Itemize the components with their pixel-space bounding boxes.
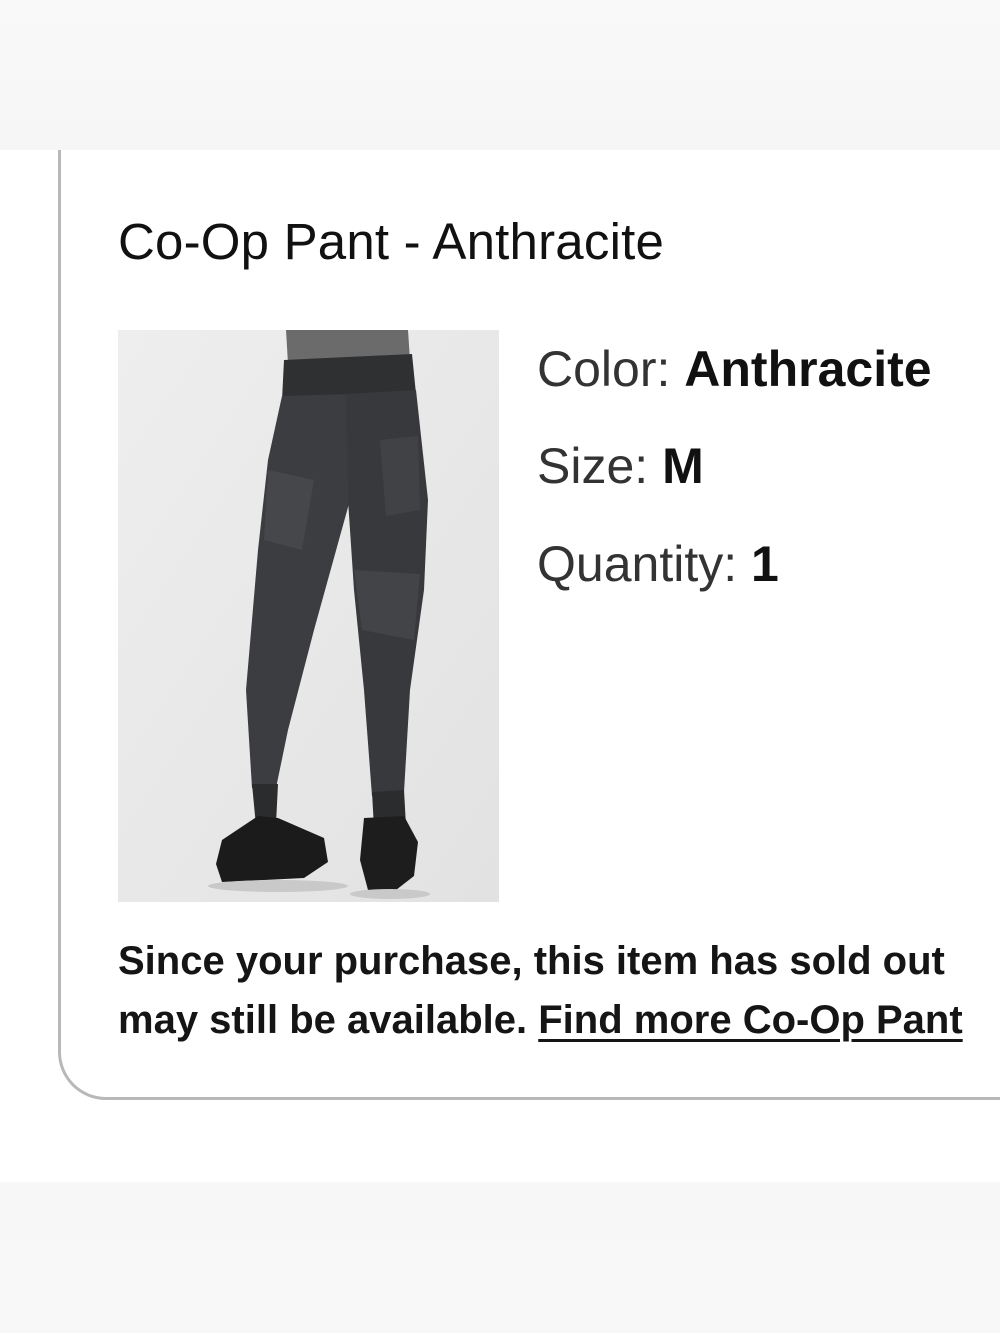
bottom-background-band	[0, 1182, 1000, 1333]
quantity-attribute: Quantity: 1	[537, 535, 779, 593]
quantity-value: 1	[751, 536, 779, 592]
notice-line-2: may still be available. Find more Co-Op …	[118, 991, 1000, 1050]
size-attribute: Size: M	[537, 437, 704, 495]
product-image[interactable]	[118, 330, 499, 902]
color-value: Anthracite	[684, 341, 932, 397]
find-more-link[interactable]: Find more Co-Op Pant	[538, 998, 962, 1042]
color-label: Color:	[537, 341, 671, 397]
quantity-label: Quantity:	[537, 536, 738, 592]
page: Co-Op Pant - Anthracite Color: Anthracit…	[0, 0, 1000, 1333]
sold-out-notice: Since your purchase, this item has sold …	[118, 932, 1000, 1050]
color-attribute: Color: Anthracite	[537, 340, 932, 398]
top-background-band	[0, 0, 1000, 150]
notice-line-1: Since your purchase, this item has sold …	[118, 939, 945, 983]
notice-line-2-text: may still be available.	[118, 998, 528, 1042]
pants-photo-illustration	[118, 330, 499, 902]
product-title: Co-Op Pant - Anthracite	[118, 213, 665, 270]
size-value: M	[662, 438, 704, 494]
size-label: Size:	[537, 438, 649, 494]
